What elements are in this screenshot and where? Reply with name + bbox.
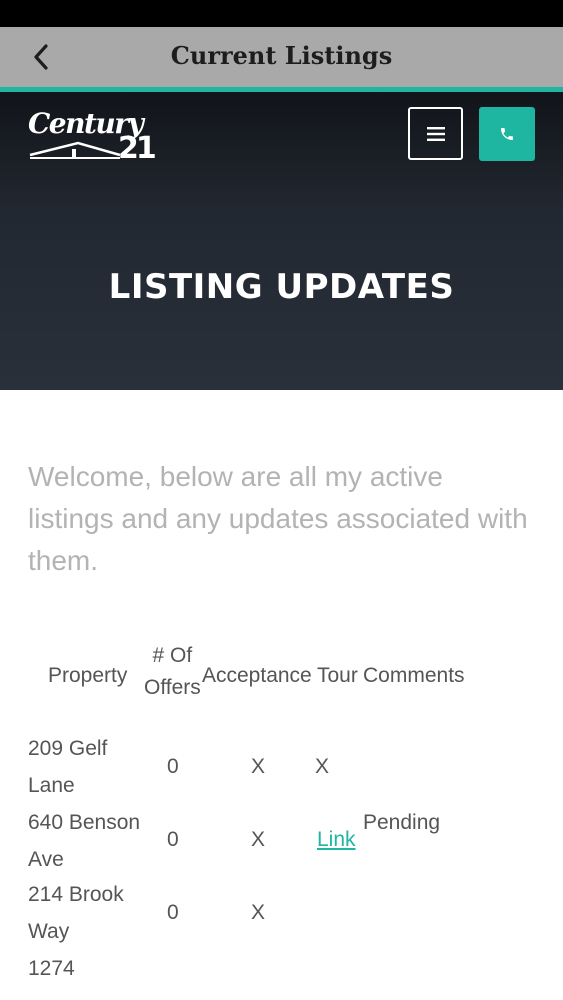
nav-title: Current Listings — [170, 41, 393, 70]
column-header-acceptance: Acceptance — [202, 664, 312, 687]
status-bar — [0, 0, 563, 27]
property-line2: Ave — [28, 848, 64, 871]
column-header-offers-line2: Offers — [144, 676, 201, 699]
roof-icon — [29, 141, 121, 159]
tour-link[interactable]: Link — [317, 821, 356, 858]
hero-header: Century 21 LISTING UPDATES — [0, 92, 563, 390]
call-button[interactable] — [479, 107, 535, 161]
acceptance-cell: X — [251, 755, 266, 778]
property-line1: 640 Benson — [28, 811, 141, 834]
tour-cell: X — [315, 755, 330, 778]
page-title: LISTING UPDATES — [108, 267, 455, 307]
logo-number: 21 — [118, 131, 157, 166]
hamburger-menu-icon — [426, 126, 445, 141]
welcome-text: Welcome, below are all my active listing… — [28, 461, 528, 576]
column-header-offers: # Of Offers — [144, 640, 201, 704]
offers-cell: 0 — [167, 828, 179, 851]
column-header-offers-line1: # Of — [152, 644, 193, 667]
property-line2: Way — [28, 920, 70, 943]
property-line1: 214 Brook — [28, 883, 124, 906]
column-header-property: Property — [48, 664, 128, 687]
phone-icon — [501, 128, 513, 140]
navigation-bar: Current Listings — [0, 27, 563, 87]
property-line2: Lane — [28, 774, 75, 797]
property-cell: 209 Gelf Lane — [28, 730, 107, 804]
comments-cell: Pending — [363, 811, 441, 834]
property-cell: 1274 — [28, 957, 75, 980]
offers-cell: 0 — [167, 901, 179, 924]
property-line1: 209 Gelf — [28, 737, 108, 760]
column-header-tour: Tour — [317, 664, 358, 687]
offers-cell: 0 — [167, 755, 179, 778]
acceptance-cell: X — [251, 828, 266, 851]
acceptance-cell: X — [251, 901, 266, 924]
menu-button[interactable] — [408, 107, 463, 160]
century21-logo[interactable]: Century 21 — [28, 107, 157, 166]
property-cell: 640 Benson Ave — [28, 804, 140, 878]
property-cell: 214 Brook Way — [28, 876, 124, 950]
column-header-comments: Comments — [363, 664, 465, 687]
